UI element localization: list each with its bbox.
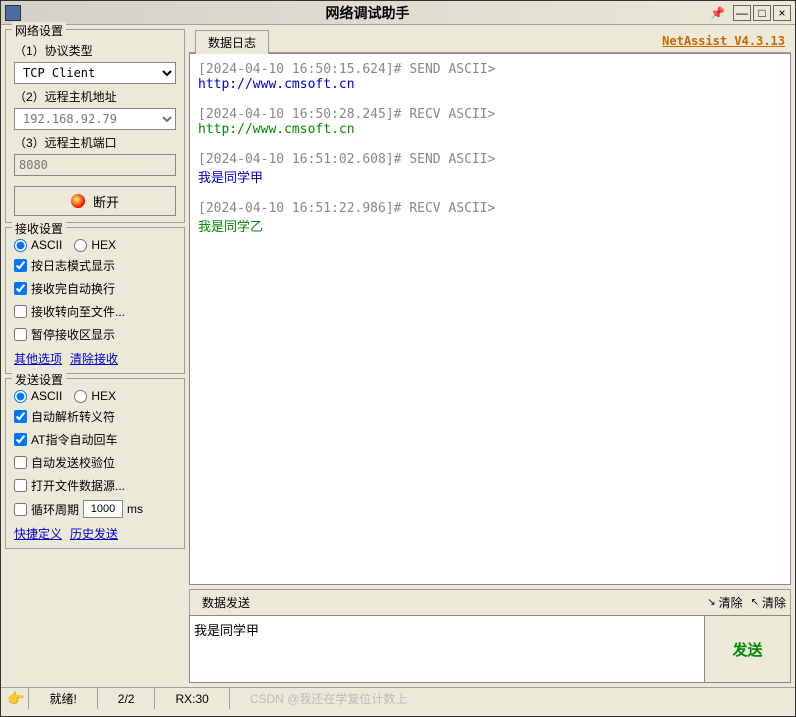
network-title: 网络设置: [12, 22, 66, 39]
cycle-input[interactable]: [83, 500, 123, 518]
send-settings-group: 发送设置 ASCII HEX 自动解析转义符 AT指令自动回车 自动发送校验位 …: [5, 378, 185, 549]
send-ascii-radio[interactable]: ASCII: [14, 389, 62, 403]
send-title: 发送设置: [12, 371, 66, 388]
host-label: （2）远程主机地址: [14, 88, 176, 105]
recv-other-link[interactable]: 其他选项: [14, 350, 62, 367]
recv-opt-3[interactable]: 暂停接收区显示: [14, 326, 115, 343]
send-input[interactable]: [190, 616, 704, 682]
status-count: 2/2: [97, 688, 155, 709]
recv-title: 接收设置: [12, 220, 66, 237]
watermark: CSDN @我还在学复位计数上: [229, 688, 428, 709]
clear-down-button[interactable]: ↘清除: [707, 594, 742, 611]
disconnect-label: 断开: [93, 192, 119, 211]
protocol-select[interactable]: TCP Client: [14, 62, 176, 84]
pin-icon[interactable]: 📌: [710, 6, 725, 20]
left-panel: 网络设置 （1）协议类型 TCP Client （2）远程主机地址 192.16…: [5, 29, 185, 683]
arrow-down-icon: ↘: [707, 597, 715, 608]
recv-clear-link[interactable]: 清除接收: [70, 350, 118, 367]
brand-link[interactable]: NetAssist V4.3.13: [662, 34, 785, 48]
maximize-button[interactable]: □: [753, 5, 771, 21]
send-shortcut-link[interactable]: 快捷定义: [14, 525, 62, 542]
log-area[interactable]: [2024-04-10 16:50:15.624]# SEND ASCII>ht…: [189, 53, 791, 585]
send-opt-3[interactable]: 打开文件数据源...: [14, 477, 125, 494]
disconnect-button[interactable]: 断开: [14, 186, 176, 216]
right-panel: 数据日志 NetAssist V4.3.13 [2024-04-10 16:50…: [189, 29, 791, 683]
send-button[interactable]: 发送: [704, 616, 790, 682]
recv-settings-group: 接收设置 ASCII HEX 按日志模式显示 接收完自动换行 接收转向至文件..…: [5, 227, 185, 374]
recv-opt-0[interactable]: 按日志模式显示: [14, 257, 115, 274]
titlebar: 网络调试助手 📌 — □ ×: [1, 1, 795, 25]
window-title: 网络调试助手: [25, 3, 710, 23]
send-opt-0[interactable]: 自动解析转义符: [14, 408, 115, 425]
statusbar: 👉 就绪! 2/2 RX:30 CSDN @我还在学复位计数上: [1, 687, 795, 709]
host-select[interactable]: 192.168.92.79: [14, 108, 176, 130]
port-input[interactable]: [14, 154, 176, 176]
app-icon: [5, 5, 21, 21]
port-label: （3）远程主机端口: [14, 134, 176, 151]
recv-ascii-radio[interactable]: ASCII: [14, 238, 62, 252]
protocol-label: （1）协议类型: [14, 42, 176, 59]
arrow-up-icon: ↖: [751, 597, 759, 608]
ready-icon: 👉: [7, 690, 24, 707]
clear-up-button[interactable]: ↖清除: [751, 594, 786, 611]
close-button[interactable]: ×: [773, 5, 791, 21]
send-history-link[interactable]: 历史发送: [70, 525, 118, 542]
cycle-unit: ms: [127, 502, 143, 516]
send-hex-radio[interactable]: HEX: [74, 389, 116, 403]
network-settings-group: 网络设置 （1）协议类型 TCP Client （2）远程主机地址 192.16…: [5, 29, 185, 223]
status-rx: RX:30: [154, 688, 228, 709]
minimize-button[interactable]: —: [733, 5, 751, 21]
recv-hex-radio[interactable]: HEX: [74, 238, 116, 252]
recv-opt-2[interactable]: 接收转向至文件...: [14, 303, 125, 320]
log-tab[interactable]: 数据日志: [195, 30, 269, 54]
send-tab[interactable]: 数据发送: [194, 592, 258, 613]
send-opt-1[interactable]: AT指令自动回车: [14, 431, 117, 448]
send-opt-2[interactable]: 自动发送校验位: [14, 454, 115, 471]
status-ready: 就绪!: [28, 688, 96, 709]
status-dot-icon: [71, 194, 85, 208]
cycle-check[interactable]: 循环周期: [14, 501, 79, 518]
recv-opt-1[interactable]: 接收完自动换行: [14, 280, 115, 297]
cycle-row: 循环周期 ms: [14, 497, 176, 521]
